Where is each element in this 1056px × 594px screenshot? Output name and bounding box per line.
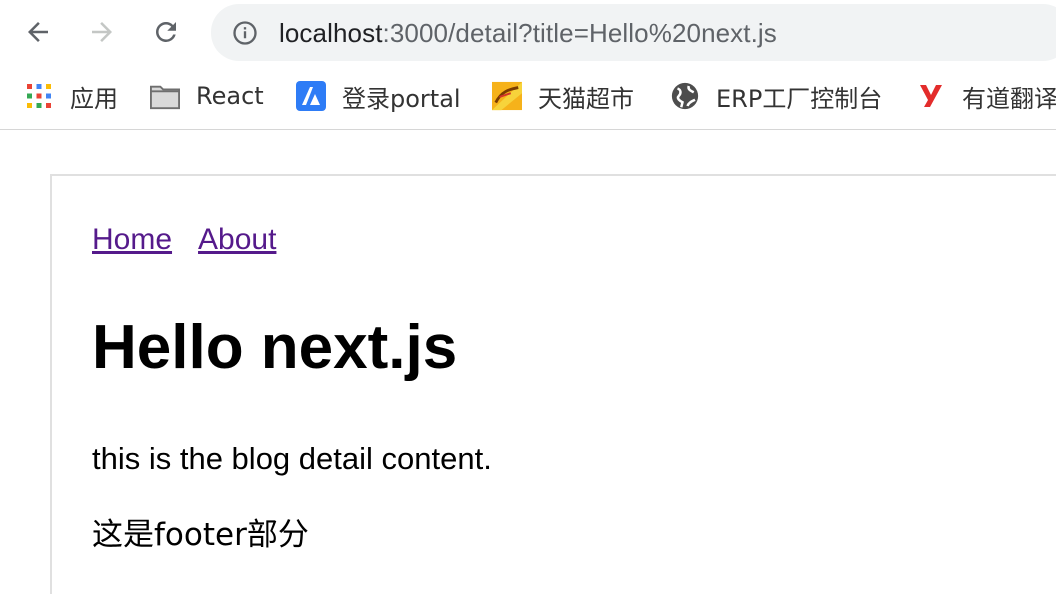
arrow-right-icon bbox=[92, 22, 112, 42]
address-bar[interactable]: localhost:3000/detail?title=Hello%20next… bbox=[211, 4, 1056, 61]
page-title: Hello next.js bbox=[92, 313, 458, 382]
bookmark-label: 天猫超市 bbox=[538, 84, 634, 113]
bookmark-tmall[interactable]: 天猫超市 bbox=[492, 80, 634, 113]
globe-icon bbox=[670, 81, 700, 111]
reload-button[interactable] bbox=[148, 14, 184, 50]
site-nav: Home About bbox=[92, 222, 302, 258]
bookmark-youdao[interactable]: 有道翻译 bbox=[916, 80, 1056, 113]
apps-grid-icon bbox=[24, 81, 54, 111]
home-link[interactable]: Home bbox=[92, 223, 172, 256]
post-content: this is the blog detail content. bbox=[92, 441, 492, 476]
bookmark-portal[interactable]: 登录portal bbox=[296, 80, 461, 113]
footer-text: 这是footer部分 bbox=[92, 517, 309, 553]
reload-icon bbox=[156, 22, 176, 42]
forward-button[interactable] bbox=[84, 14, 120, 50]
bookmark-erp[interactable]: ERP工厂控制台 bbox=[670, 80, 883, 113]
back-button[interactable] bbox=[20, 14, 56, 50]
info-icon[interactable] bbox=[231, 19, 259, 47]
url-host: localhost bbox=[279, 18, 383, 48]
about-link[interactable]: About bbox=[198, 223, 276, 256]
tmall-icon bbox=[492, 81, 522, 111]
bookmark-label: ERP工厂控制台 bbox=[716, 84, 883, 113]
url-path: :3000/detail?title=Hello%20next.js bbox=[382, 18, 777, 48]
bookmark-label: 应用 bbox=[70, 84, 118, 113]
bookmarks-bar: 应用 React 登录portal 天猫超市 ERP工厂控制台 有道翻译 bbox=[0, 66, 1056, 130]
browser-toolbar: localhost:3000/detail?title=Hello%20next… bbox=[0, 0, 1056, 66]
bookmark-react[interactable]: React bbox=[150, 80, 264, 112]
bookmark-label: 登录portal bbox=[342, 84, 461, 113]
bookmark-label: 有道翻译 bbox=[962, 84, 1056, 113]
folder-icon bbox=[150, 81, 180, 111]
bookmark-apps[interactable]: 应用 bbox=[24, 80, 118, 113]
url-text[interactable]: localhost:3000/detail?title=Hello%20next… bbox=[279, 18, 777, 48]
youdao-icon bbox=[916, 81, 946, 111]
arrow-left-icon bbox=[28, 22, 48, 42]
portal-logo-icon bbox=[296, 81, 326, 111]
bookmark-label: React bbox=[196, 82, 264, 110]
